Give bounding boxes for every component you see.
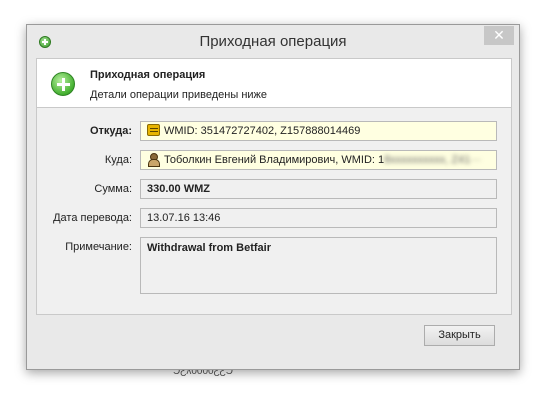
to-value-tail: 1···	[464, 154, 482, 166]
details-panel: Откуда: WMID: 351472727402, Z15788801446…	[36, 108, 512, 315]
to-field[interactable]: Тоболкин Евгений Владимирович, WMID: 18x…	[140, 150, 497, 170]
note-field[interactable]: Withdrawal from Betfair	[140, 237, 497, 294]
from-field[interactable]: WMID: 351472727402, Z157888014469	[140, 121, 497, 141]
close-button[interactable]: Закрыть	[424, 325, 495, 346]
window-title: Приходная операция	[199, 33, 347, 50]
plus-circle-icon	[51, 72, 75, 96]
header-subtitle: Детали операции приведены ниже	[90, 89, 268, 101]
amount-field[interactable]: 330.00 WMZ	[140, 179, 497, 199]
dialog-header: Приходная операция Детали операции приве…	[36, 58, 512, 108]
person-icon	[147, 153, 160, 167]
purse-icon	[147, 124, 160, 136]
note-label: Примечание:	[65, 241, 132, 253]
amount-label: Сумма:	[94, 183, 132, 195]
window-close-button[interactable]: ✕	[484, 26, 514, 45]
to-label: Куда:	[104, 154, 132, 166]
title-bar[interactable]: Приходная операция ✕	[27, 25, 519, 58]
from-label: Откуда:	[89, 125, 132, 137]
from-value: WMID: 351472727402, Z157888014469	[164, 125, 361, 137]
to-value-redacted: 8xxxxxxxxxx, Z4	[384, 154, 465, 166]
to-value: Тоболкин Евгений Владимирович, WMID: 1	[164, 154, 385, 166]
header-title: Приходная операция	[90, 69, 206, 81]
date-label: Дата перевода:	[53, 212, 132, 224]
date-field[interactable]: 13.07.16 13:46	[140, 208, 497, 228]
transaction-dialog: Приходная операция ✕ Приходная операция …	[26, 24, 520, 370]
